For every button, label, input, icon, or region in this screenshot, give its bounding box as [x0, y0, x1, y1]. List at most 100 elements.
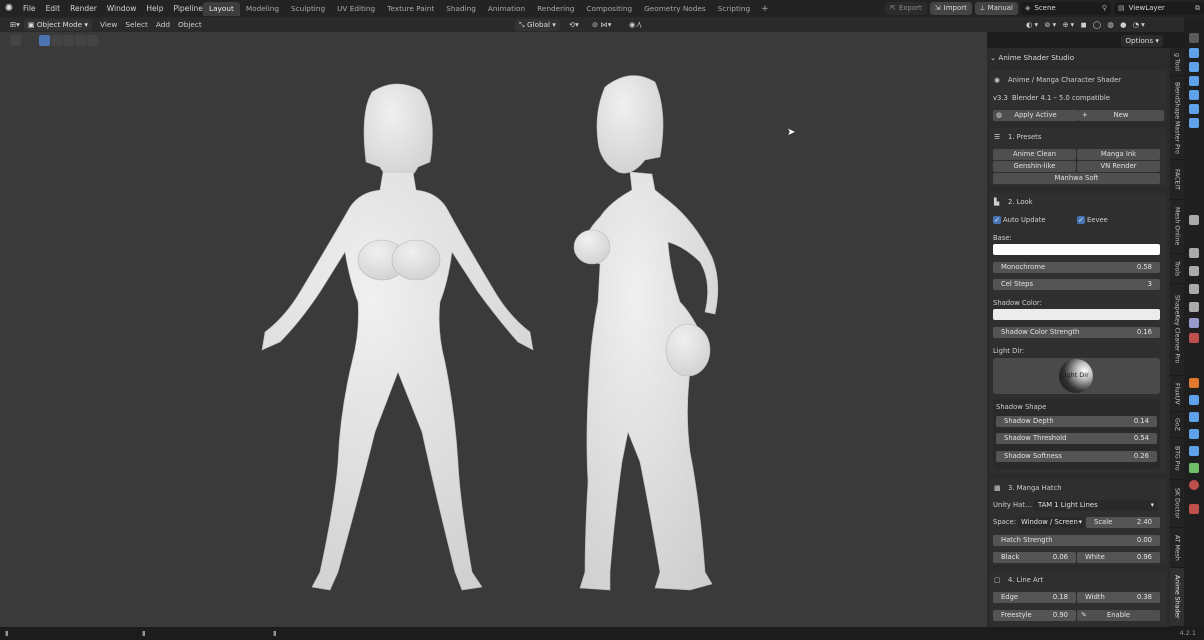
vtab-at-mesh[interactable]: AT Mesh [1170, 528, 1184, 568]
preset-genshin-like[interactable]: Genshin-like [993, 161, 1076, 172]
tab-scripting[interactable]: Scripting [712, 2, 756, 16]
menu-window[interactable]: Window [102, 4, 142, 13]
scene-selector[interactable]: ◈ Scene ⚲ [1021, 2, 1111, 15]
viewlayer-selector[interactable]: ▤ ViewLayer ⧉ [1114, 2, 1204, 15]
constraint-props-icon[interactable] [1189, 446, 1199, 456]
tab-rendering[interactable]: Rendering [531, 2, 580, 16]
vtab-tool[interactable]: g Tool [1170, 48, 1184, 76]
shadow-softness-slider[interactable]: Shadow Softness 0.26 [996, 451, 1157, 462]
character-front[interactable] [261, 83, 534, 591]
tab-animation[interactable]: Animation [482, 2, 531, 16]
apply-active-button[interactable]: ◍ Apply Active [993, 110, 1078, 121]
world-icon[interactable] [1189, 302, 1199, 312]
scale-slider[interactable]: Scale 2.40 [1086, 517, 1160, 528]
proportional-edit-icon[interactable]: ◉ ⁄\ [625, 20, 645, 29]
menu-pipeline[interactable]: Pipeline [168, 4, 207, 13]
menu-add[interactable]: Add [152, 20, 174, 29]
view-layer-props-icon[interactable] [1189, 76, 1199, 86]
preset-vn-render[interactable]: VN Render [1077, 161, 1160, 172]
options-dropdown[interactable]: Options ▾ [1121, 35, 1163, 47]
object-props-icon[interactable] [1189, 378, 1199, 388]
pivot-icon[interactable]: ⟲▾ [565, 20, 583, 29]
width-slider[interactable]: Width 0.38 [1077, 592, 1160, 603]
cel-steps-slider[interactable]: Cel Steps 3 [993, 279, 1160, 290]
vtab-tools[interactable]: Tools [1170, 254, 1184, 284]
collection-icon[interactable] [1189, 318, 1199, 328]
vtab-fluxuv[interactable]: FluxUV [1170, 376, 1184, 412]
base-color-swatch[interactable] [993, 244, 1160, 255]
shadow-threshold-slider[interactable]: Shadow Threshold 0.54 [996, 433, 1157, 444]
vtab-faceit[interactable]: FACEIT [1170, 160, 1184, 200]
texture-props-icon[interactable] [1189, 504, 1199, 514]
tab-layout[interactable]: Layout [203, 2, 240, 16]
import-button[interactable]: ⇲ Import [929, 2, 972, 15]
tab-uv-editing[interactable]: UV Editing [331, 2, 381, 16]
freestyle-slider[interactable]: Freestyle 0.90 [993, 610, 1076, 621]
manual-button[interactable]: ⟂ Manual [974, 2, 1018, 15]
character-side[interactable] [573, 75, 719, 591]
auto-update-checkbox[interactable]: ✓ [993, 216, 1001, 224]
shadow-depth-slider[interactable]: Shadow Depth 0.14 [996, 416, 1157, 427]
world-props-icon[interactable] [1189, 104, 1199, 114]
orientation-dropdown[interactable]: ⤡ Global ▾ [515, 18, 560, 31]
new-button[interactable]: + New [1078, 110, 1164, 121]
physics-icon[interactable] [1189, 248, 1199, 258]
menu-help[interactable]: Help [141, 4, 168, 13]
hatch-strength-slider[interactable]: Hatch Strength 0.00 [993, 535, 1160, 546]
add-workspace-icon[interactable]: + [756, 2, 774, 16]
scene-props-icon[interactable] [1189, 90, 1199, 100]
blender-logo-icon[interactable]: ✺ [0, 0, 18, 17]
scene-icon[interactable] [1189, 284, 1199, 294]
collection-props-icon[interactable] [1189, 118, 1199, 128]
copy-icon[interactable]: ⧉ [1195, 2, 1200, 15]
particle-props-icon[interactable] [1189, 412, 1199, 422]
texture-icon[interactable] [1189, 333, 1199, 343]
vtab-anime-shader[interactable]: Anime Shader [1170, 568, 1184, 627]
vtab-btg-pro[interactable]: BTG Pro [1170, 438, 1184, 480]
menu-render[interactable]: Render [65, 4, 102, 13]
3d-viewport[interactable]: Options ▾ ➤ [0, 32, 1163, 627]
unity-hat-dropdown[interactable]: TAM 1 Light Lines ▾ [1034, 500, 1158, 511]
vtab-shapekey-cleaner[interactable]: ShapeKey Cleaner Pro [1170, 284, 1184, 376]
tab-texture-paint[interactable]: Texture Paint [381, 2, 440, 16]
menu-object[interactable]: Object [174, 20, 206, 29]
shadow-strength-slider[interactable]: Shadow Color Strength 0.16 [993, 327, 1160, 338]
enable-button[interactable]: ✎ Enable [1077, 610, 1160, 621]
preset-anime-clean[interactable]: Anime Clean [993, 149, 1076, 160]
preset-manhwa-soft[interactable]: Manhwa Soft [993, 173, 1160, 184]
material-props-icon[interactable] [1189, 480, 1199, 490]
mode-dropdown[interactable]: ▣ Object Mode ▾ [23, 18, 93, 31]
vtab-goz[interactable]: GoZ [1170, 412, 1184, 438]
tab-modeling[interactable]: Modeling [240, 2, 285, 16]
tab-compositing[interactable]: Compositing [580, 2, 638, 16]
monochrome-slider[interactable]: Monochrome 0.58 [993, 262, 1160, 273]
vtab-mesh-online[interactable]: Mesh Online [1170, 200, 1184, 254]
light-dir-widget[interactable]: Light Dir [993, 358, 1160, 394]
edge-slider[interactable]: Edge 0.18 [993, 592, 1076, 603]
export-button[interactable]: ⇱ Export [884, 2, 927, 15]
pin-icon[interactable]: ⚲ [1102, 2, 1107, 15]
tool-icon[interactable] [1189, 215, 1199, 225]
render-props-icon[interactable] [1189, 48, 1199, 58]
output-props-icon[interactable] [1189, 62, 1199, 72]
editor-type-icon[interactable]: ⊞▾ [6, 20, 24, 29]
menu-view[interactable]: View [96, 20, 121, 29]
white-slider[interactable]: White 0.96 [1077, 552, 1160, 563]
vtab-blendshape[interactable]: BlendShape Master Pro [1170, 76, 1184, 160]
physics-props-icon[interactable] [1189, 429, 1199, 439]
viewport-visibility-icons[interactable]: ◐▾ ⊚▾ ⊕▾ ◼ ◯ ◍ ● ◔▾ [1022, 20, 1151, 29]
snap-icon[interactable]: ⊘ ⋈▾ [588, 20, 615, 29]
menu-edit[interactable]: Edit [41, 4, 66, 13]
shadow-color-swatch[interactable] [993, 309, 1160, 320]
tab-sculpting[interactable]: Sculpting [285, 2, 331, 16]
data-props-icon[interactable] [1189, 463, 1199, 473]
particles-icon[interactable] [1189, 266, 1199, 276]
vtab-sk-doctor[interactable]: SK Doctor [1170, 480, 1184, 528]
black-slider[interactable]: Black 0.06 [993, 552, 1076, 563]
tool-settings-icon[interactable] [1189, 33, 1199, 43]
space-dropdown[interactable]: Window / Screen ▾ [1018, 517, 1084, 528]
menu-file[interactable]: File [18, 4, 41, 13]
tab-shading[interactable]: Shading [440, 2, 482, 16]
tab-geometry-nodes[interactable]: Geometry Nodes [638, 2, 712, 16]
modifier-props-icon[interactable] [1189, 395, 1199, 405]
